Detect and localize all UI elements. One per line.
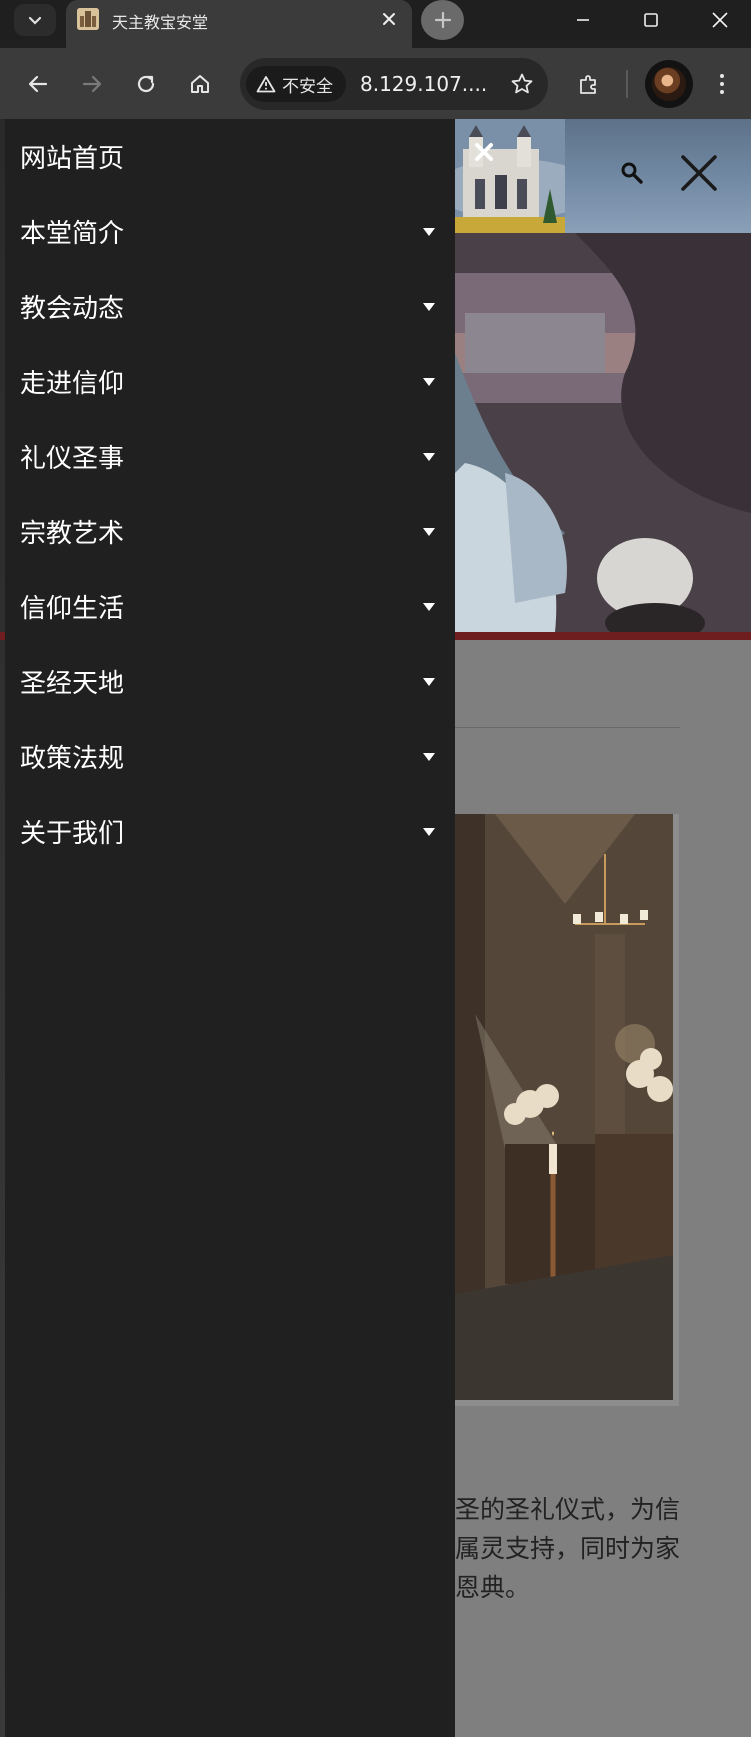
minimize-button[interactable] bbox=[559, 0, 607, 40]
plus-icon bbox=[434, 11, 451, 29]
article-line: 恩典。 bbox=[455, 1573, 531, 1602]
drawer-menu-item[interactable]: 圣经天地 bbox=[5, 644, 455, 719]
menu-button[interactable] bbox=[702, 64, 742, 104]
drawer-menu-label: 宗教艺术 bbox=[20, 519, 125, 549]
security-chip[interactable]: 不安全 bbox=[246, 66, 346, 102]
profile-photo bbox=[652, 67, 686, 101]
reload-button[interactable] bbox=[126, 64, 166, 104]
drawer-menu-item[interactable]: 宗教艺术 bbox=[5, 494, 455, 569]
drawer-menu-item[interactable]: 礼仪圣事 bbox=[5, 419, 455, 494]
hero-painting bbox=[455, 233, 751, 632]
caret-down-icon[interactable] bbox=[423, 377, 435, 386]
back-button[interactable] bbox=[18, 64, 58, 104]
drawer-menu-label: 教会动态 bbox=[20, 294, 125, 324]
caret-down-icon[interactable] bbox=[423, 227, 435, 236]
drawer-menu-label: 本堂简介 bbox=[20, 219, 125, 249]
forward-button[interactable] bbox=[72, 64, 112, 104]
home-button[interactable] bbox=[180, 64, 220, 104]
caret-down-icon[interactable] bbox=[423, 602, 435, 611]
browser-toolbar: 不安全 8.129.107.... bbox=[0, 48, 751, 119]
drawer-menu-item[interactable]: 网站首页 bbox=[5, 119, 455, 194]
caret-down-icon[interactable] bbox=[423, 752, 435, 761]
arrow-right-icon bbox=[82, 75, 102, 93]
drawer-menu-item[interactable]: 教会动态 bbox=[5, 269, 455, 344]
tab-search-button[interactable] bbox=[14, 4, 56, 36]
puzzle-icon bbox=[580, 75, 596, 94]
more-vert-icon bbox=[720, 74, 724, 94]
drawer-menu-item[interactable]: 本堂简介 bbox=[5, 194, 455, 269]
drawer-menu-label: 圣经天地 bbox=[20, 669, 125, 699]
toolbar-divider bbox=[626, 70, 628, 98]
security-label: 不安全 bbox=[282, 76, 333, 97]
tab-close-button[interactable] bbox=[376, 6, 402, 32]
church-interior-image bbox=[455, 814, 673, 1400]
side-drawer-menu: 网站首页本堂简介教会动态走进信仰礼仪圣事宗教艺术信仰生活圣经天地政策法规关于我们 bbox=[5, 119, 455, 1737]
address-bar[interactable]: 不安全 8.129.107.... bbox=[240, 58, 548, 110]
article-line: 属灵支持，同时为家 bbox=[455, 1534, 681, 1563]
caret-down-icon[interactable] bbox=[423, 677, 435, 686]
article-image bbox=[455, 814, 679, 1406]
drawer-menu-item[interactable]: 关于我们 bbox=[5, 794, 455, 869]
article-text: 圣的圣礼仪式，为信 属灵支持，同时为家 恩典。 bbox=[455, 1490, 751, 1607]
bookmark-button[interactable] bbox=[508, 70, 536, 98]
caret-down-icon[interactable] bbox=[423, 452, 435, 461]
section-divider bbox=[455, 727, 680, 728]
window-close-button[interactable] bbox=[696, 0, 744, 40]
caret-down-icon[interactable] bbox=[423, 527, 435, 536]
drawer-menu-label: 信仰生活 bbox=[20, 594, 125, 624]
tab-strip: 天主教宝安堂 bbox=[0, 0, 751, 48]
page-viewport: 圣的圣礼仪式，为信 属灵支持，同时为家 恩典。 网站首页本堂简介教会动态走进信仰… bbox=[0, 119, 751, 1737]
drawer-menu-label: 政策法规 bbox=[20, 744, 125, 774]
hero-image bbox=[455, 233, 751, 632]
menu-close-icon[interactable] bbox=[677, 151, 721, 195]
profile-avatar[interactable] bbox=[645, 60, 693, 108]
drawer-menu-label: 网站首页 bbox=[20, 144, 125, 174]
minimize-icon bbox=[577, 19, 589, 21]
close-icon bbox=[712, 12, 728, 28]
warning-icon bbox=[256, 76, 276, 93]
extensions-button[interactable] bbox=[569, 64, 609, 104]
site-header bbox=[455, 119, 751, 233]
drawer-menu-item[interactable]: 走进信仰 bbox=[5, 344, 455, 419]
church-favicon-icon bbox=[77, 8, 99, 30]
close-icon bbox=[383, 13, 395, 25]
close-icon bbox=[475, 143, 493, 161]
drawer-close-button[interactable] bbox=[470, 138, 498, 166]
home-icon bbox=[191, 75, 209, 93]
browser-window: 天主教宝安堂 不安全 8.129.107.... 圣的圣礼仪式，为信 属灵支持，… bbox=[0, 0, 751, 1737]
search-icon[interactable] bbox=[618, 159, 646, 187]
drawer-menu-label: 关于我们 bbox=[20, 819, 125, 849]
caret-down-icon[interactable] bbox=[423, 827, 435, 836]
reload-icon bbox=[137, 75, 155, 93]
drawer-menu-label: 走进信仰 bbox=[20, 369, 125, 399]
chevron-down-icon bbox=[28, 16, 42, 25]
maximize-button[interactable] bbox=[627, 0, 675, 40]
new-tab-button[interactable] bbox=[421, 0, 464, 40]
article-line: 圣的圣礼仪式，为信 bbox=[455, 1495, 681, 1524]
url-text[interactable]: 8.129.107.... bbox=[360, 72, 487, 96]
drawer-menu-item[interactable]: 政策法规 bbox=[5, 719, 455, 794]
drawer-menu-item[interactable]: 信仰生活 bbox=[5, 569, 455, 644]
arrow-left-icon bbox=[28, 75, 48, 93]
tab-title: 天主教宝安堂 bbox=[112, 13, 209, 32]
active-tab[interactable]: 天主教宝安堂 bbox=[66, 0, 412, 48]
maximize-icon bbox=[644, 13, 658, 27]
star-icon bbox=[511, 73, 533, 94]
caret-down-icon[interactable] bbox=[423, 302, 435, 311]
church-banner-image bbox=[455, 119, 565, 233]
drawer-menu-label: 礼仪圣事 bbox=[20, 444, 125, 474]
